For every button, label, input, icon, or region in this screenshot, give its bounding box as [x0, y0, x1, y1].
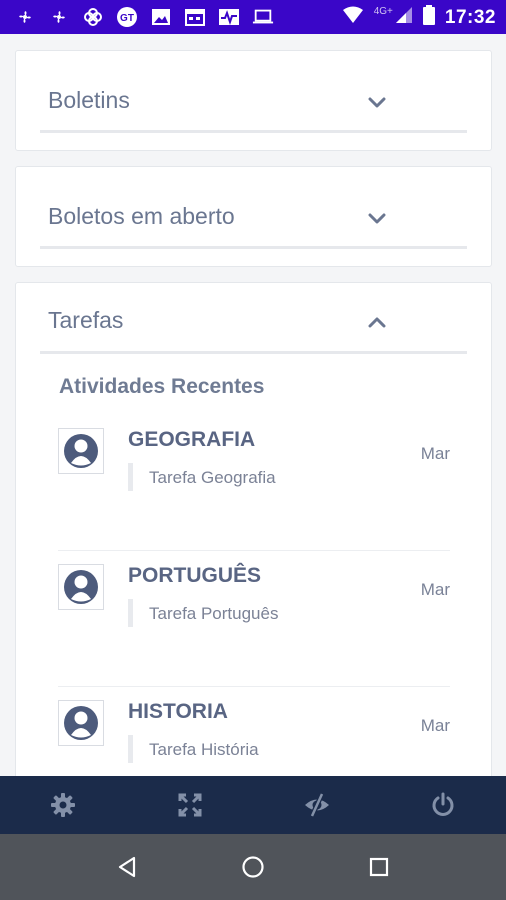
activity-item[interactable]: HISTORIA Mar Tarefa História: [58, 695, 450, 776]
back-icon[interactable]: [114, 854, 140, 880]
avatar: [58, 428, 104, 474]
app-toolbar: [0, 776, 506, 834]
wifi-icon: [342, 6, 364, 29]
activity-month: Mar: [420, 580, 450, 599]
laptop-icon: [252, 7, 274, 27]
gear-icon[interactable]: [48, 790, 78, 820]
boletos-header[interactable]: Boletos em aberto: [40, 167, 467, 249]
system-navigation-bar: [0, 834, 506, 900]
system-status: 4G+ 17:32: [342, 5, 496, 30]
boletins-title: Boletins: [48, 87, 130, 113]
power-icon[interactable]: [428, 790, 458, 820]
divider: [58, 550, 450, 551]
home-icon[interactable]: [240, 854, 266, 880]
avatar: [58, 564, 104, 610]
fan-icon: [48, 7, 70, 27]
avatar: [58, 700, 104, 746]
pinwheel-icon: [82, 7, 104, 27]
activity-item[interactable]: GEOGRAFIA Mar Tarefa Geografia: [58, 423, 450, 559]
battery-icon: [422, 5, 435, 30]
image-icon: [150, 7, 172, 27]
recents-icon[interactable]: [366, 854, 392, 880]
activity-item[interactable]: PORTUGUÊS Mar Tarefa Português: [58, 559, 450, 695]
chevron-down-icon[interactable]: [367, 212, 387, 226]
boletos-title: Boletos em aberto: [48, 203, 235, 229]
gt-app-icon: GT: [116, 7, 138, 27]
svg-text:GT: GT: [120, 13, 134, 24]
activity-month: Mar: [420, 716, 450, 735]
recent-activities-title: Atividades Recentes: [59, 375, 265, 398]
network-type: 4G+: [373, 6, 393, 17]
tarefas-card: Tarefas Atividades Recentes GEOGRAFIA Ma…: [15, 282, 492, 776]
activity-subject: PORTUGUÊS: [128, 564, 262, 587]
signal-icon: [395, 6, 413, 29]
activity-task: Tarefa Geografia: [128, 463, 276, 491]
tarefas-title: Tarefas: [48, 307, 124, 333]
activity-subject: GEOGRAFIA: [128, 428, 256, 451]
content-area: Boletins Boletos em aberto Tarefas Ativi…: [0, 34, 506, 776]
clock: 17:32: [444, 6, 496, 28]
expand-icon[interactable]: [175, 790, 205, 820]
boletos-card: Boletos em aberto: [15, 166, 492, 267]
notification-icons: GT: [14, 7, 274, 27]
eye-slash-icon[interactable]: [302, 790, 332, 820]
tarefas-header[interactable]: Tarefas: [40, 283, 467, 354]
calendar-icon: [184, 7, 206, 27]
activity-subject: HISTORIA: [128, 700, 228, 723]
activity-month: Mar: [420, 444, 450, 463]
chevron-down-icon[interactable]: [367, 96, 387, 110]
activity-task: Tarefa Português: [128, 599, 278, 627]
fan-icon: [14, 7, 36, 27]
divider: [58, 686, 450, 687]
status-bar: GT 4G+ 17:32: [0, 0, 506, 34]
boletins-header[interactable]: Boletins: [40, 51, 467, 133]
pulse-icon: [218, 7, 240, 27]
chevron-up-icon[interactable]: [367, 315, 387, 329]
boletins-card: Boletins: [15, 50, 492, 151]
activity-task: Tarefa História: [128, 735, 259, 763]
